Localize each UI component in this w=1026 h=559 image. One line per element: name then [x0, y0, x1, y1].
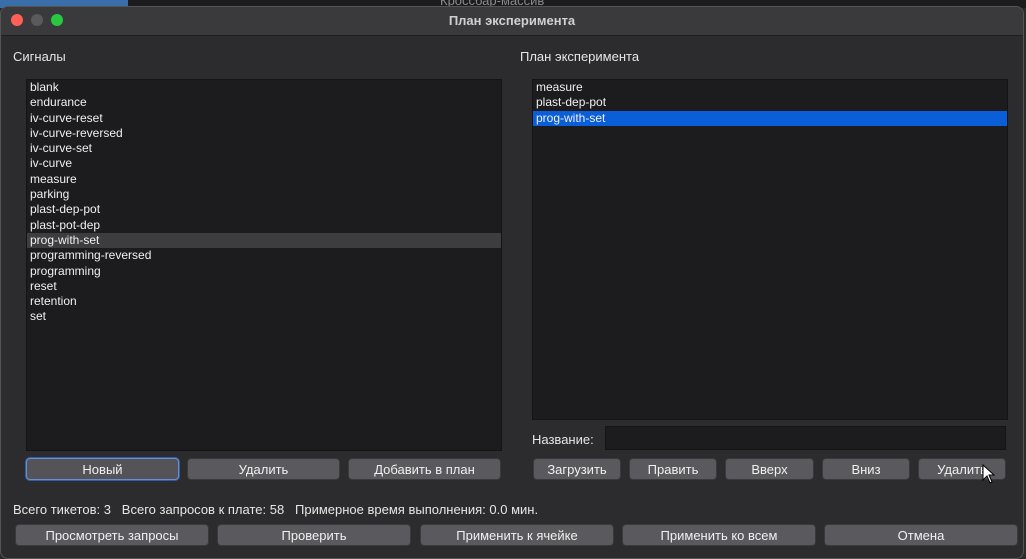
titlebar: План эксперимента: [1, 7, 1023, 36]
mouse-pointer-icon: [982, 464, 996, 484]
signal-list-item[interactable]: programming: [27, 264, 501, 279]
signal-list-item[interactable]: plast-pot-dep: [27, 218, 501, 233]
add-to-plan-button[interactable]: Добавить в план: [348, 458, 501, 480]
experiment-plan-window: План эксперимента Сигналы blank endurance…: [0, 6, 1024, 559]
signal-list-item[interactable]: set: [27, 309, 501, 324]
apply-to-all-button[interactable]: Применить ко всем: [622, 524, 816, 546]
plan-list-item[interactable]: prog-with-set: [533, 110, 1007, 126]
signal-list-item[interactable]: endurance: [27, 95, 501, 110]
signal-list-item[interactable]: parking: [27, 187, 501, 202]
cancel-button[interactable]: Отмена: [824, 524, 1018, 546]
signal-list-item[interactable]: reset: [27, 279, 501, 294]
name-label: Название:: [532, 432, 594, 447]
view-requests-button[interactable]: Просмотреть запросы: [15, 524, 209, 546]
signal-list-item[interactable]: plast-dep-pot: [27, 202, 501, 217]
plan-list-item[interactable]: measure: [533, 80, 1007, 95]
load-button[interactable]: Загрузить: [533, 458, 621, 480]
signal-list-item[interactable]: measure: [27, 172, 501, 187]
new-signal-button[interactable]: Новый: [26, 458, 179, 480]
estimated-time: Примерное время выполнения: 0.0 мин.: [295, 502, 539, 517]
signal-list-item[interactable]: blank: [27, 80, 501, 95]
requests-count: Всего запросов к плате: 58: [121, 502, 285, 517]
window-title: План эксперимента: [448, 13, 576, 28]
move-down-button[interactable]: Вниз: [822, 458, 910, 480]
signal-list-item[interactable]: iv-curve-reset: [27, 111, 501, 126]
signals-label: Сигналы: [13, 49, 66, 64]
name-input[interactable]: [605, 426, 1006, 450]
signal-list-item[interactable]: iv-curve-set: [27, 141, 501, 156]
edit-button[interactable]: Править: [629, 458, 717, 480]
signal-list-item[interactable]: iv-curve-reversed: [27, 126, 501, 141]
delete-signal-button[interactable]: Удалить: [187, 458, 340, 480]
tickets-count: Всего тикетов: 3: [13, 502, 111, 517]
move-up-button[interactable]: Вверх: [725, 458, 814, 480]
signal-list-item[interactable]: prog-with-set: [27, 232, 501, 249]
signal-list-item[interactable]: retention: [27, 294, 501, 309]
plan-list-item[interactable]: plast-dep-pot: [533, 95, 1007, 110]
plan-label: План эксперимента: [520, 49, 640, 64]
check-button[interactable]: Проверить: [217, 524, 411, 546]
status-line: Всего тикетов: 3 Всего запросов к плате:…: [13, 502, 538, 517]
signal-list-item[interactable]: programming-reversed: [27, 248, 501, 263]
signals-list[interactable]: blank endurance iv-curve-reset iv-curve-rev…: [26, 79, 502, 451]
apply-to-cell-button[interactable]: Применить к ячейке: [420, 524, 614, 546]
signal-list-item[interactable]: iv-curve: [27, 156, 501, 171]
plan-list[interactable]: measure plast-dep-pot prog-with-set: [532, 79, 1008, 420]
